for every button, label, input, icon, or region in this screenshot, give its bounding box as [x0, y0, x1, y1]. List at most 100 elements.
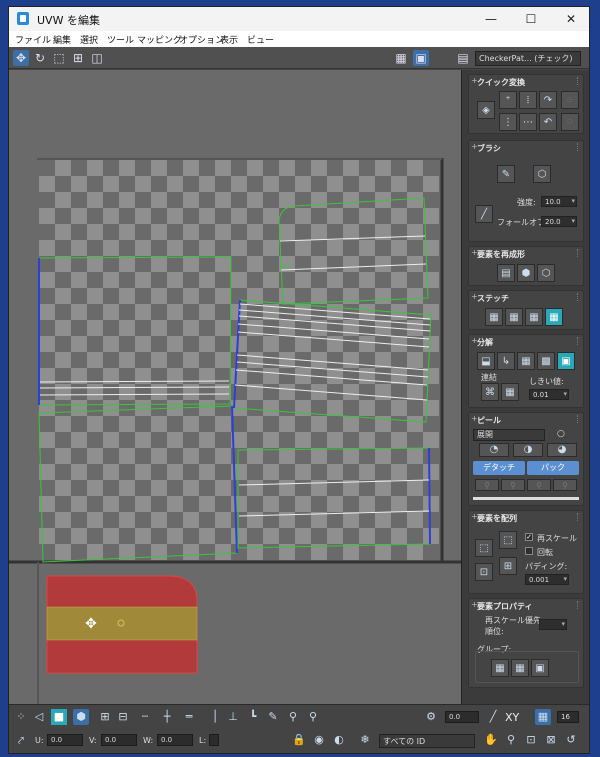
stitch-average-icon[interactable]: ▦	[505, 308, 523, 326]
rotate-plus-90-icon[interactable]: ↷	[539, 91, 557, 109]
snap-icon[interactable]: ⊥	[225, 709, 241, 725]
pivot-snap-icon[interactable]: ┗	[245, 709, 261, 725]
menu-select[interactable]: 選択	[80, 33, 98, 46]
paint-select-icon[interactable]: ✎	[265, 709, 281, 725]
display-options-icon[interactable]: ▤	[455, 50, 471, 66]
menu-edit[interactable]: 編集	[53, 33, 71, 46]
freeform-tool-icon[interactable]: ⊞	[70, 50, 86, 66]
shrink-selection-icon[interactable]: ═	[181, 709, 197, 725]
angle-field[interactable]: 0.0	[445, 711, 479, 723]
w-field[interactable]: 0.0	[157, 734, 193, 746]
menu-display[interactable]: 表示	[220, 33, 238, 46]
paint-brush-icon[interactable]: ✎	[497, 165, 515, 183]
u-field[interactable]: 0.0	[47, 734, 83, 746]
peel-mode-dropdown[interactable]: 展開	[473, 429, 545, 441]
relax-brush-icon[interactable]: ⬡	[533, 165, 551, 183]
select-pins-icon[interactable]: ⚲	[553, 479, 577, 491]
rotate-tool-icon[interactable]: ↻	[32, 50, 48, 66]
face-mode-icon[interactable]: ■	[51, 709, 67, 725]
paint-select-shrink-icon[interactable]: ⚲	[305, 709, 321, 725]
uv-viewport[interactable]: ✥	[9, 70, 461, 704]
peel-reset-button-icon[interactable]: ◕	[547, 443, 577, 457]
rescale-priority-spinner[interactable]	[539, 619, 567, 630]
material-id-dropdown[interactable]: すべての ID	[379, 734, 475, 748]
align-horizontal-icon[interactable]: ⁺	[499, 91, 517, 109]
close-button[interactable]: ✕	[551, 7, 589, 31]
detach-button[interactable]: デタッチ	[473, 461, 525, 475]
angle-snap-icon[interactable]: ⚙	[423, 709, 439, 725]
space-horizontal-icon[interactable]: ⋮	[499, 113, 517, 131]
zoom-icon[interactable]: ⚲	[503, 732, 519, 748]
uv-island-selected[interactable]: ✥	[46, 575, 198, 674]
absolute-mode-icon[interactable]: ⤤	[13, 733, 29, 749]
vertex-mode-icon[interactable]: ⁘	[13, 709, 29, 725]
menu-tools[interactable]: ツール	[107, 33, 134, 46]
show-map-icon[interactable]: ▣	[413, 50, 429, 66]
element-mode-icon[interactable]: ⬢	[73, 709, 89, 725]
show-icon[interactable]: ◐	[331, 732, 347, 748]
menu-mapping[interactable]: マッピング	[137, 33, 182, 46]
paint-select-grow-icon[interactable]: ⚲	[285, 709, 301, 725]
quick-grid-icon[interactable]: ⁘	[561, 91, 579, 109]
hide-icon[interactable]: ◉	[311, 732, 327, 748]
falloff-curve-icon[interactable]: ╱	[475, 205, 493, 223]
ungroup-selected-icon[interactable]: ▦	[511, 659, 529, 677]
rotate-checkbox[interactable]	[525, 547, 533, 555]
break-icon[interactable]: ⬓	[477, 352, 495, 370]
freeze-icon[interactable]: ❄	[357, 732, 373, 748]
edge-loop-icon[interactable]: ┄	[137, 709, 153, 725]
weld-icon[interactable]: ⌘	[481, 383, 499, 401]
group-selected-icon[interactable]: ▦	[491, 659, 509, 677]
rescale-elements-icon[interactable]: ⊡	[475, 563, 493, 581]
relax-icon[interactable]: ⬢	[517, 264, 535, 282]
maximize-button[interactable]: ☐	[511, 7, 551, 31]
grid-snap-icon[interactable]: ▦	[535, 709, 551, 725]
grid-size-field[interactable]: 16	[557, 711, 579, 723]
pin-icon[interactable]: ⚲	[475, 479, 499, 491]
quick-peel-icon[interactable]: ◔	[479, 443, 509, 457]
pack-custom-icon[interactable]: ⊞	[499, 557, 517, 575]
lock-icon[interactable]: 🔒	[291, 732, 307, 748]
snap-toggle-icon[interactable]: ↺	[563, 732, 579, 748]
stitch-custom-icon[interactable]: ▦	[545, 308, 563, 326]
select-by-element-icon[interactable]: ⊞	[97, 709, 113, 725]
stitch-to-source-icon[interactable]: ▦	[525, 308, 543, 326]
weld-target-icon[interactable]: ▦	[501, 383, 519, 401]
quick-grid-2-icon[interactable]: ⁘	[561, 113, 579, 131]
strength-spinner[interactable]: 10.0	[541, 196, 577, 207]
auto-pin-icon[interactable]: ⚲	[527, 479, 551, 491]
menu-file[interactable]: ファイル	[15, 33, 51, 46]
align-pivot-icon[interactable]: ◈	[477, 101, 495, 119]
pack-normalize-icon[interactable]: ⬚	[475, 539, 493, 557]
mirror-tool-icon[interactable]: ◫	[89, 50, 105, 66]
uv-canvas[interactable]: ✥	[9, 70, 461, 704]
zoom-extents-icon[interactable]: ⊠	[543, 732, 559, 748]
pixel-snap-icon[interactable]: ╱	[485, 709, 501, 725]
zoom-region-icon[interactable]: ⊡	[523, 732, 539, 748]
rotate-minus-90-icon[interactable]: ↶	[539, 113, 557, 131]
l-field[interactable]	[209, 734, 219, 746]
unpin-icon[interactable]: ⚲	[501, 479, 525, 491]
scale-tool-icon[interactable]: ⬚	[51, 50, 67, 66]
detach-edge-icon[interactable]: ↳	[497, 352, 515, 370]
explode-faces-icon[interactable]: ▦	[517, 352, 535, 370]
relax-until-flat-icon[interactable]: ⬡	[537, 264, 555, 282]
pack-button[interactable]: パック	[527, 461, 579, 475]
select-group-icon[interactable]: ▣	[531, 659, 549, 677]
minimize-button[interactable]: —	[471, 7, 511, 31]
explode-checker-icon[interactable]: ▩	[537, 352, 555, 370]
menu-view[interactable]: ビュー	[247, 33, 274, 46]
edge-mode-icon[interactable]: ◁	[31, 709, 47, 725]
stitch-to-target-icon[interactable]: ▦	[485, 308, 503, 326]
pan-icon[interactable]: ✋	[483, 732, 499, 748]
straighten-icon[interactable]: ▤	[497, 264, 515, 282]
grow-selection-icon[interactable]: ⊟	[115, 709, 131, 725]
threshold-spinner[interactable]: 0.01	[529, 389, 569, 400]
menu-options[interactable]: オプション	[179, 33, 224, 46]
peel-reset-icon[interactable]: ○	[557, 429, 565, 439]
pack-together-icon[interactable]: ⬚	[499, 531, 517, 549]
edge-ring-icon[interactable]: ┼	[159, 709, 175, 725]
move-tool-icon[interactable]: ✥	[13, 50, 29, 66]
checker-toggle-icon[interactable]: ▦	[393, 50, 409, 66]
move-gizmo-icon[interactable]: ✥	[85, 616, 97, 632]
